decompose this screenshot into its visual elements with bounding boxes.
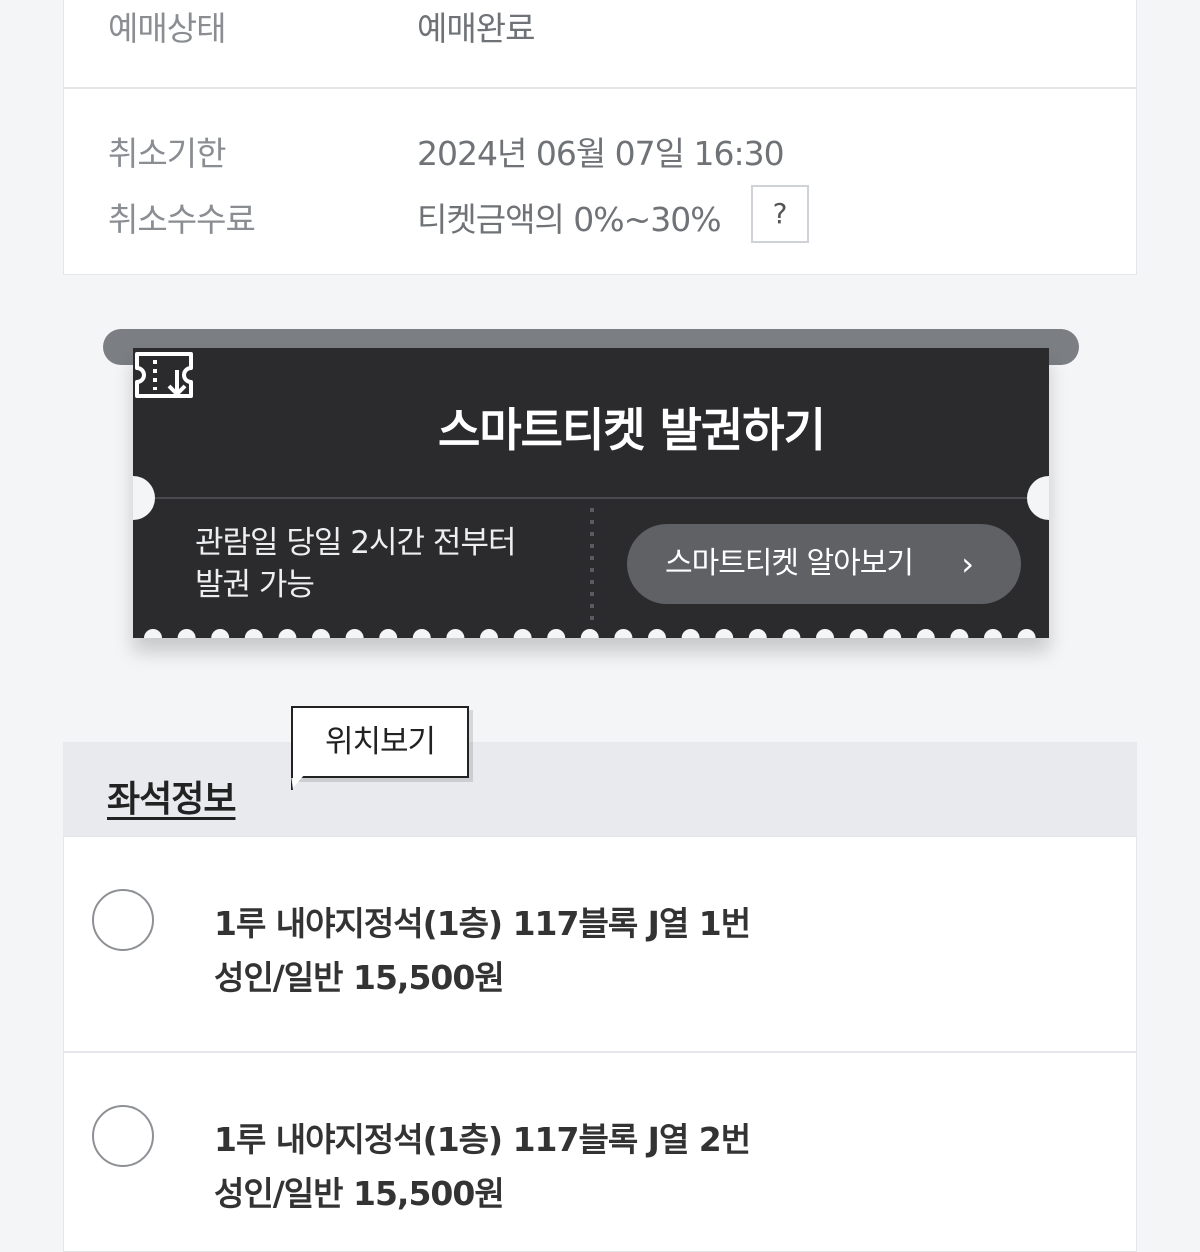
seat-price: 성인/일반 15,500원 <box>214 958 505 997</box>
status-label: 예매상태 <box>108 9 226 48</box>
issue-smart-ticket-title[interactable]: 스마트티켓 발권하기 <box>438 394 826 460</box>
issue-note-line1: 관람일 당일 2시간 전부터 <box>195 525 516 561</box>
cancel-info-card: 취소기한 2024년 06월 07일 16:30 취소수수료 티켓금액의 0%~… <box>63 88 1137 275</box>
tooltip-tail-fill <box>293 774 305 788</box>
learn-smart-ticket-button[interactable]: 스마트티켓 알아보기 › <box>627 524 1021 604</box>
ticket-download-icon <box>135 352 193 398</box>
cancel-fee-value: 티켓금액의 0%~30% <box>417 200 722 239</box>
seat-radio-button[interactable] <box>92 889 154 951</box>
seat-list-item[interactable]: 1루 내야지정석(1층) 117블록 J열 1번 성인/일반 15,500원 <box>63 836 1137 1052</box>
issue-note-line2: 발권 가능 <box>195 567 315 603</box>
seat-info-title: 좌석정보 <box>107 779 236 820</box>
seat-info-header: 좌석정보 <box>63 742 1137 836</box>
cancel-deadline-value: 2024년 06월 07일 16:30 <box>417 134 785 173</box>
cancel-fee-help-button[interactable]: ? <box>751 185 809 243</box>
chevron-right-icon: › <box>961 545 974 583</box>
seat-radio-button[interactable] <box>92 1105 154 1167</box>
seat-price: 성인/일반 15,500원 <box>214 1174 505 1213</box>
booking-status-card: 예매상태 예매완료 <box>63 0 1137 88</box>
view-location-tooltip[interactable]: 위치보기 <box>291 706 469 778</box>
status-value: 예매완료 <box>417 9 535 48</box>
issue-availability-note: 관람일 당일 2시간 전부터 발권 가능 <box>195 522 575 606</box>
seat-name: 1루 내야지정석(1층) 117블록 J열 1번 <box>214 904 751 943</box>
cancel-deadline-label: 취소기한 <box>108 134 226 173</box>
seat-list-item[interactable]: 1루 내야지정석(1층) 117블록 J열 2번 성인/일반 15,500원 <box>63 1052 1137 1252</box>
smart-ticket-card[interactable]: 스마트티켓 발권하기 관람일 당일 2시간 전부터 발권 가능 스마트티켓 알아… <box>133 348 1049 638</box>
cancel-fee-label: 취소수수료 <box>108 200 256 239</box>
learn-smart-ticket-label: 스마트티켓 알아보기 <box>665 546 914 581</box>
seat-name: 1루 내야지정석(1층) 117블록 J열 2번 <box>214 1120 751 1159</box>
